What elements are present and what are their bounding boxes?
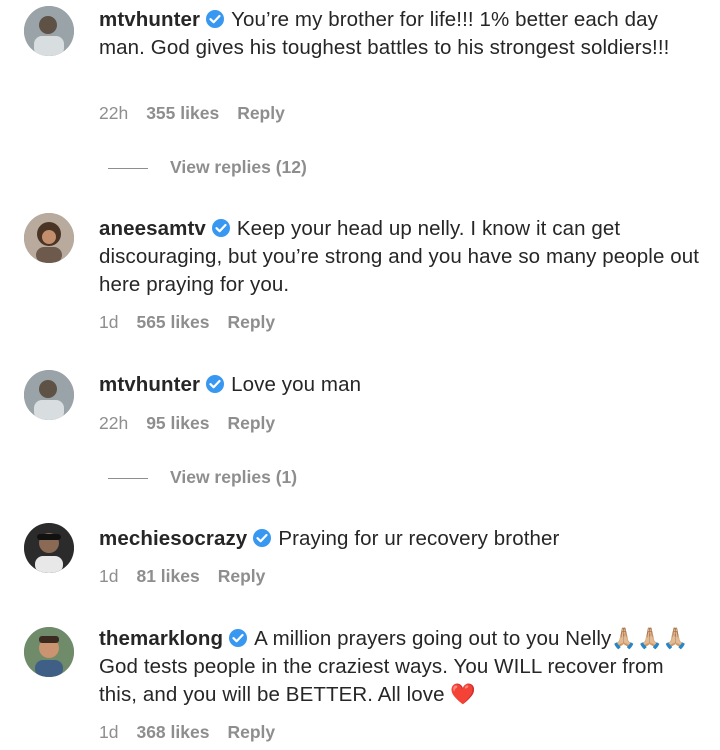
comment-time: 1d bbox=[99, 566, 119, 586]
view-replies-button[interactable]: View replies (12) bbox=[108, 157, 307, 178]
avatar[interactable] bbox=[24, 6, 74, 56]
username[interactable]: themarklong bbox=[99, 627, 223, 650]
avatar-photo-icon bbox=[24, 6, 74, 56]
verified-badge-icon bbox=[205, 9, 225, 29]
comment-meta: 22h 355 likes Reply bbox=[99, 103, 303, 124]
avatar[interactable] bbox=[24, 213, 74, 263]
comment-text-block: themarklong A million prayers going out t… bbox=[99, 625, 704, 709]
username[interactable]: mtvhunter bbox=[99, 373, 200, 396]
comment-time: 1d bbox=[99, 722, 119, 742]
view-replies-label: View replies (12) bbox=[170, 157, 307, 177]
avatar-photo-icon bbox=[24, 523, 74, 573]
likes-count[interactable]: 81 likes bbox=[136, 566, 199, 587]
view-replies-label: View replies (1) bbox=[170, 467, 298, 487]
comment-text-block: aneesamtv Keep your head up nelly. I know… bbox=[99, 215, 704, 299]
comment-text-block: mtvhunter Love you man bbox=[99, 371, 704, 399]
likes-count[interactable]: 368 likes bbox=[136, 722, 209, 743]
likes-count[interactable]: 565 likes bbox=[136, 312, 209, 333]
avatar[interactable] bbox=[24, 370, 74, 420]
verified-badge-icon bbox=[211, 218, 231, 238]
view-replies-button[interactable]: View replies (1) bbox=[108, 467, 297, 488]
avatar-photo-icon bbox=[24, 627, 74, 677]
reply-button[interactable]: Reply bbox=[227, 722, 275, 743]
comment-meta: 1d 81 likes Reply bbox=[99, 566, 283, 587]
reply-button[interactable]: Reply bbox=[218, 566, 266, 587]
comment-text-block: mechiesocrazy Praying for ur recovery bro… bbox=[99, 525, 704, 553]
comment-meta: 1d 368 likes Reply bbox=[99, 722, 293, 743]
verified-badge-icon bbox=[228, 628, 248, 648]
avatar[interactable] bbox=[24, 523, 74, 573]
reply-button[interactable]: Reply bbox=[227, 413, 275, 434]
comment-meta: 22h 95 likes Reply bbox=[99, 413, 293, 434]
username[interactable]: mtvhunter bbox=[99, 8, 200, 31]
verified-badge-icon bbox=[205, 374, 225, 394]
verified-badge-icon bbox=[252, 528, 272, 548]
reply-button[interactable]: Reply bbox=[227, 312, 275, 333]
divider-line bbox=[108, 477, 148, 479]
comment-time: 22h bbox=[99, 103, 129, 123]
comment-text: Love you man bbox=[231, 373, 362, 396]
heart-icon: ❤️ bbox=[450, 683, 477, 706]
comment-time: 22h bbox=[99, 413, 129, 433]
comment-text: Praying for ur recovery brother bbox=[278, 527, 560, 550]
comment-text-block: mtvhunter You’re my brother for life!!! 1… bbox=[99, 6, 704, 62]
avatar-photo-icon bbox=[24, 213, 74, 263]
divider-line bbox=[108, 167, 148, 169]
likes-count[interactable]: 355 likes bbox=[146, 103, 219, 124]
username[interactable]: aneesamtv bbox=[99, 217, 206, 240]
reply-button[interactable]: Reply bbox=[237, 103, 285, 124]
comment-meta: 1d 565 likes Reply bbox=[99, 312, 293, 333]
likes-count[interactable]: 95 likes bbox=[146, 413, 209, 434]
comment-time: 1d bbox=[99, 312, 119, 332]
username[interactable]: mechiesocrazy bbox=[99, 527, 247, 550]
avatar[interactable] bbox=[24, 627, 74, 677]
avatar-photo-icon bbox=[24, 370, 74, 420]
